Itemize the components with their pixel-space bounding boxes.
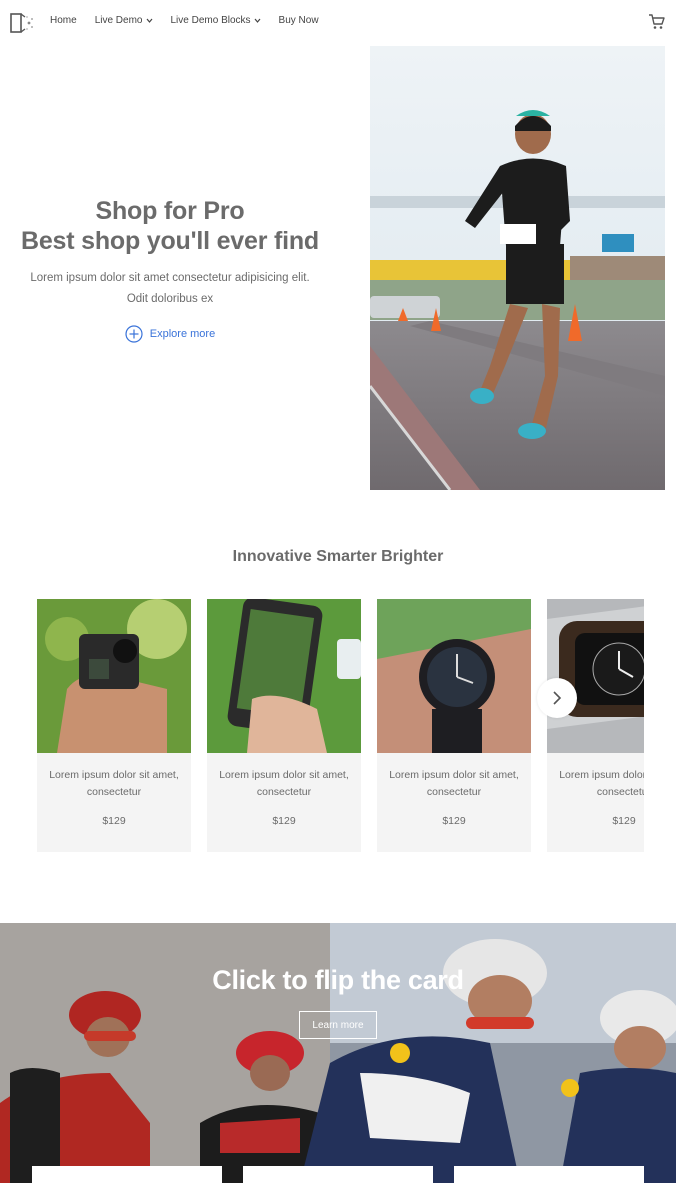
- product-image-action-camera: [37, 599, 191, 753]
- brand-logo-icon[interactable]: [10, 12, 34, 34]
- product-desc: Lorem ipsum dolor sit amet, consectetur: [219, 769, 349, 798]
- explore-more-button[interactable]: Explore more: [125, 325, 215, 343]
- top-nav: Home Live Demo Live Demo Blocks Buy Now: [0, 0, 676, 46]
- product-card[interactable]: Lorem ipsum dolor sit amet, consectetur …: [547, 599, 644, 852]
- plus-circle-icon: [125, 325, 143, 343]
- hero-description: Lorem ipsum dolor sit amet consectetur a…: [30, 272, 310, 305]
- chevron-down-icon: [146, 18, 152, 23]
- explore-more-label: Explore more: [149, 328, 216, 340]
- flip-section: Click to flip the card Learn more: [0, 923, 676, 1183]
- nav-home-label: Home: [50, 15, 77, 26]
- carousel-next-button[interactable]: [537, 678, 577, 718]
- hero-title: Shop for Pro Best shop you'll ever find: [0, 196, 340, 256]
- flip-title: Click to flip the card: [212, 965, 464, 995]
- flip-card[interactable]: [32, 1166, 222, 1183]
- product-card[interactable]: Lorem ipsum dolor sit amet, consectetur …: [37, 599, 191, 852]
- nav-live-demo[interactable]: Live Demo: [95, 15, 153, 26]
- product-image-smartwatch: [377, 599, 531, 753]
- flip-card[interactable]: [243, 1166, 433, 1183]
- product-desc: Lorem ipsum dolor sit amet, consectetur: [389, 769, 519, 798]
- learn-more-button[interactable]: Learn more: [299, 1011, 377, 1039]
- flip-card[interactable]: [454, 1166, 644, 1183]
- section-title: Innovative Smarter Brighter: [232, 548, 444, 565]
- product-image-watch: [547, 599, 644, 753]
- product-price: $129: [272, 815, 296, 827]
- product-price: $129: [612, 815, 636, 827]
- nav-links: Home Live Demo Live Demo Blocks Buy Now: [50, 15, 337, 26]
- chevron-right-icon: [553, 691, 562, 705]
- nav-buy-now[interactable]: Buy Now: [279, 15, 319, 26]
- hero-text-block: Shop for Pro Best shop you'll ever find …: [0, 196, 340, 348]
- cyclists-background-image: [0, 923, 676, 1183]
- cart-icon[interactable]: [648, 13, 666, 31]
- product-desc: Lorem ipsum dolor sit amet, consectetur: [49, 769, 179, 798]
- product-card[interactable]: Lorem ipsum dolor sit amet, consectetur …: [377, 599, 531, 852]
- hero-title-line2: Best shop you'll ever find: [20, 227, 320, 255]
- chevron-down-icon: [254, 18, 260, 23]
- nav-live-demo-label: Live Demo: [94, 15, 143, 26]
- hero-runner-image: [370, 46, 665, 490]
- product-price: $129: [442, 815, 466, 827]
- product-price: $129: [102, 815, 126, 827]
- hero-title-line1: Shop for Pro: [95, 197, 245, 225]
- product-carousel: Lorem ipsum dolor sit amet, consectetur …: [37, 599, 644, 853]
- product-image-smartphone: [207, 599, 361, 753]
- nav-live-demo-blocks-label: Live Demo Blocks: [170, 15, 251, 26]
- nav-buy-now-label: Buy Now: [278, 15, 319, 26]
- nav-home[interactable]: Home: [50, 15, 77, 26]
- product-card[interactable]: Lorem ipsum dolor sit amet, consectetur …: [207, 599, 361, 852]
- product-desc: Lorem ipsum dolor sit amet, consectetur: [559, 769, 644, 798]
- nav-live-demo-blocks[interactable]: Live Demo Blocks: [171, 15, 261, 26]
